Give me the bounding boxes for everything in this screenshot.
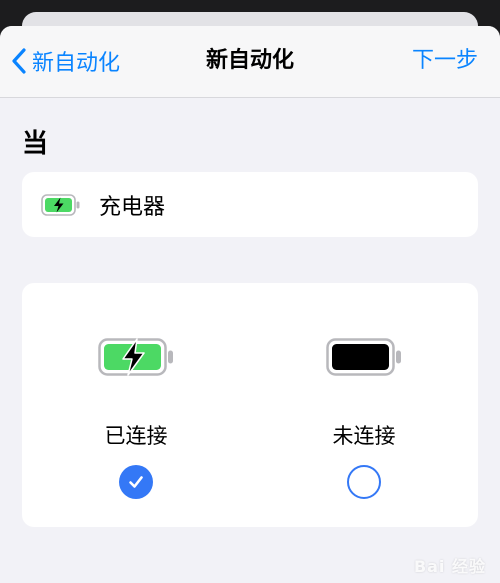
chevron-left-icon — [12, 48, 26, 74]
watermark: Bai 经验 — [413, 557, 486, 576]
battery-charging-icon — [41, 193, 80, 216]
next-button[interactable]: 下一步 — [412, 44, 478, 78]
trigger-label: 充电器 — [99, 194, 166, 220]
battery-charging-icon — [98, 338, 173, 376]
back-button[interactable]: 新自动化 — [10, 44, 120, 78]
automation-sheet: 新自动化 新自动化 下一步 当 充电器 已连接 未连接 Bai 经验 — [0, 26, 500, 583]
radio-disconnected[interactable] — [347, 465, 381, 499]
option-disconnected[interactable]: 未连接 — [250, 283, 478, 527]
trigger-row-charger[interactable]: 充电器 — [22, 172, 478, 237]
charger-options-card: 已连接 未连接 — [22, 283, 478, 527]
checkmark-icon — [129, 476, 143, 488]
back-button-label: 新自动化 — [32, 51, 121, 76]
option-connected-label: 已连接 — [104, 424, 168, 448]
option-connected[interactable]: 已连接 — [22, 283, 250, 527]
navigation-bar: 新自动化 新自动化 下一步 — [0, 26, 500, 98]
option-disconnected-label: 未连接 — [332, 424, 396, 448]
battery-icon — [326, 338, 401, 376]
radio-connected[interactable] — [119, 465, 153, 499]
section-header-when: 当 — [22, 129, 49, 159]
